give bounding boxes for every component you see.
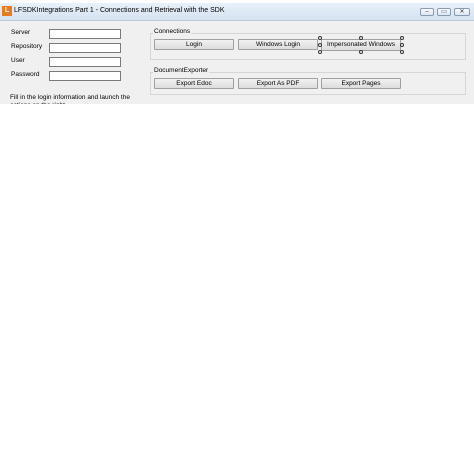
info-text: Fill in the login information and launch… [10,94,130,104]
password-label: Password [11,71,40,78]
export-edoc-button[interactable]: Export Edoc [154,78,234,89]
connections-title: Connections [153,28,192,35]
selection-handle[interactable] [400,43,404,47]
login-button[interactable]: Login [154,39,234,50]
selection-handle[interactable] [400,36,404,40]
selection-handle[interactable] [318,36,322,40]
server-label: Server [11,29,31,36]
user-label: User [11,57,25,64]
selection-handle[interactable] [318,43,322,47]
app-window: L LFSDKIntegrations Part 1 - Connections… [0,3,474,104]
maximize-button[interactable]: ▭ [437,8,451,16]
user-input[interactable] [49,57,121,67]
repository-label: Repository [11,43,43,50]
windows-login-button[interactable]: Windows Login [238,39,318,50]
document-exporter-title: DocumentExporter [153,67,210,74]
export-pages-button[interactable]: Export Pages [321,78,401,89]
close-icon: ✕ [459,9,465,15]
close-button[interactable]: ✕ [454,8,470,16]
export-pdf-button[interactable]: Export As PDF [238,78,318,89]
minimize-icon: – [425,9,429,15]
password-input[interactable] [49,71,121,81]
selection-handle[interactable] [359,36,363,40]
title-bar[interactable]: L LFSDKIntegrations Part 1 - Connections… [0,3,474,21]
selection-handle[interactable] [318,50,322,54]
selection-handle[interactable] [359,50,363,54]
selection-handle[interactable] [400,50,404,54]
server-input[interactable] [49,29,121,39]
repository-input[interactable] [49,43,121,53]
app-icon: L [2,6,12,16]
window-title: LFSDKIntegrations Part 1 - Connections a… [14,7,225,14]
minimize-button[interactable]: – [420,8,434,16]
maximize-icon: ▭ [441,9,447,15]
